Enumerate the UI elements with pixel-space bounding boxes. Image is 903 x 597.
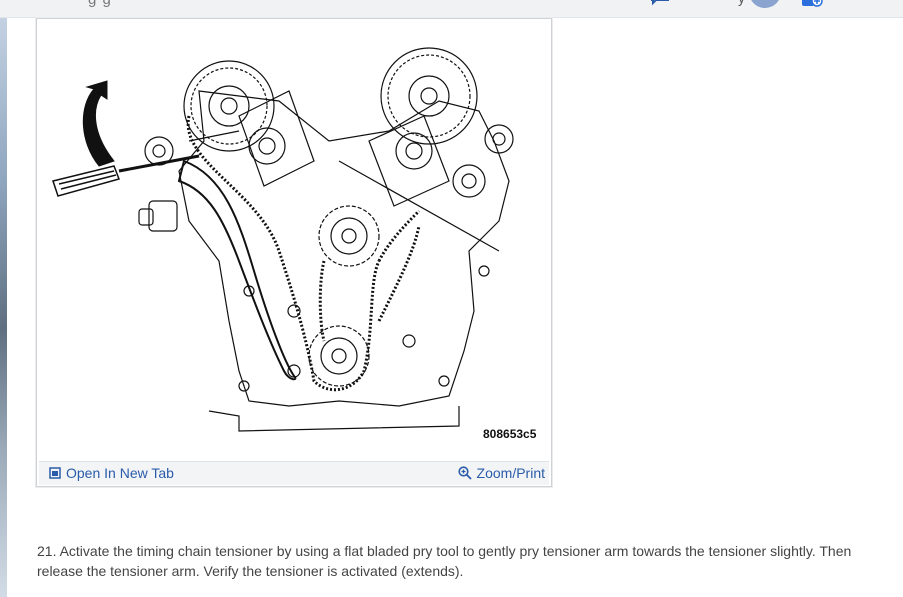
open-in-new-tab-icon	[49, 467, 61, 479]
figure-reference-code: 808653c5	[483, 427, 537, 441]
tabs-icon[interactable]	[800, 0, 824, 8]
zoom-print-link[interactable]: Zoom/Print	[457, 465, 545, 481]
avatar[interactable]	[749, 0, 781, 8]
figure-footer: Open In New Tab Zoom/Print	[39, 461, 549, 485]
header-partial-title: g g	[88, 0, 112, 8]
window-left-edge	[0, 0, 7, 597]
zoom-icon	[457, 466, 472, 480]
header-partial-text: y	[738, 0, 745, 6]
top-bar: g g y	[0, 0, 903, 18]
open-in-new-tab-label: Open In New Tab	[66, 465, 174, 481]
zoom-print-label: Zoom/Print	[476, 465, 545, 481]
open-in-new-tab-link[interactable]: Open In New Tab	[49, 465, 174, 481]
step-instruction-text: 21. Activate the timing chain tensioner …	[37, 543, 852, 579]
engine-timing-diagram	[39, 21, 549, 459]
chevron-down-icon[interactable]	[871, 0, 883, 2]
chat-icon[interactable]	[650, 0, 670, 8]
figure-card: 808653c5 Open In New Tab Zoom/Print	[36, 18, 552, 487]
